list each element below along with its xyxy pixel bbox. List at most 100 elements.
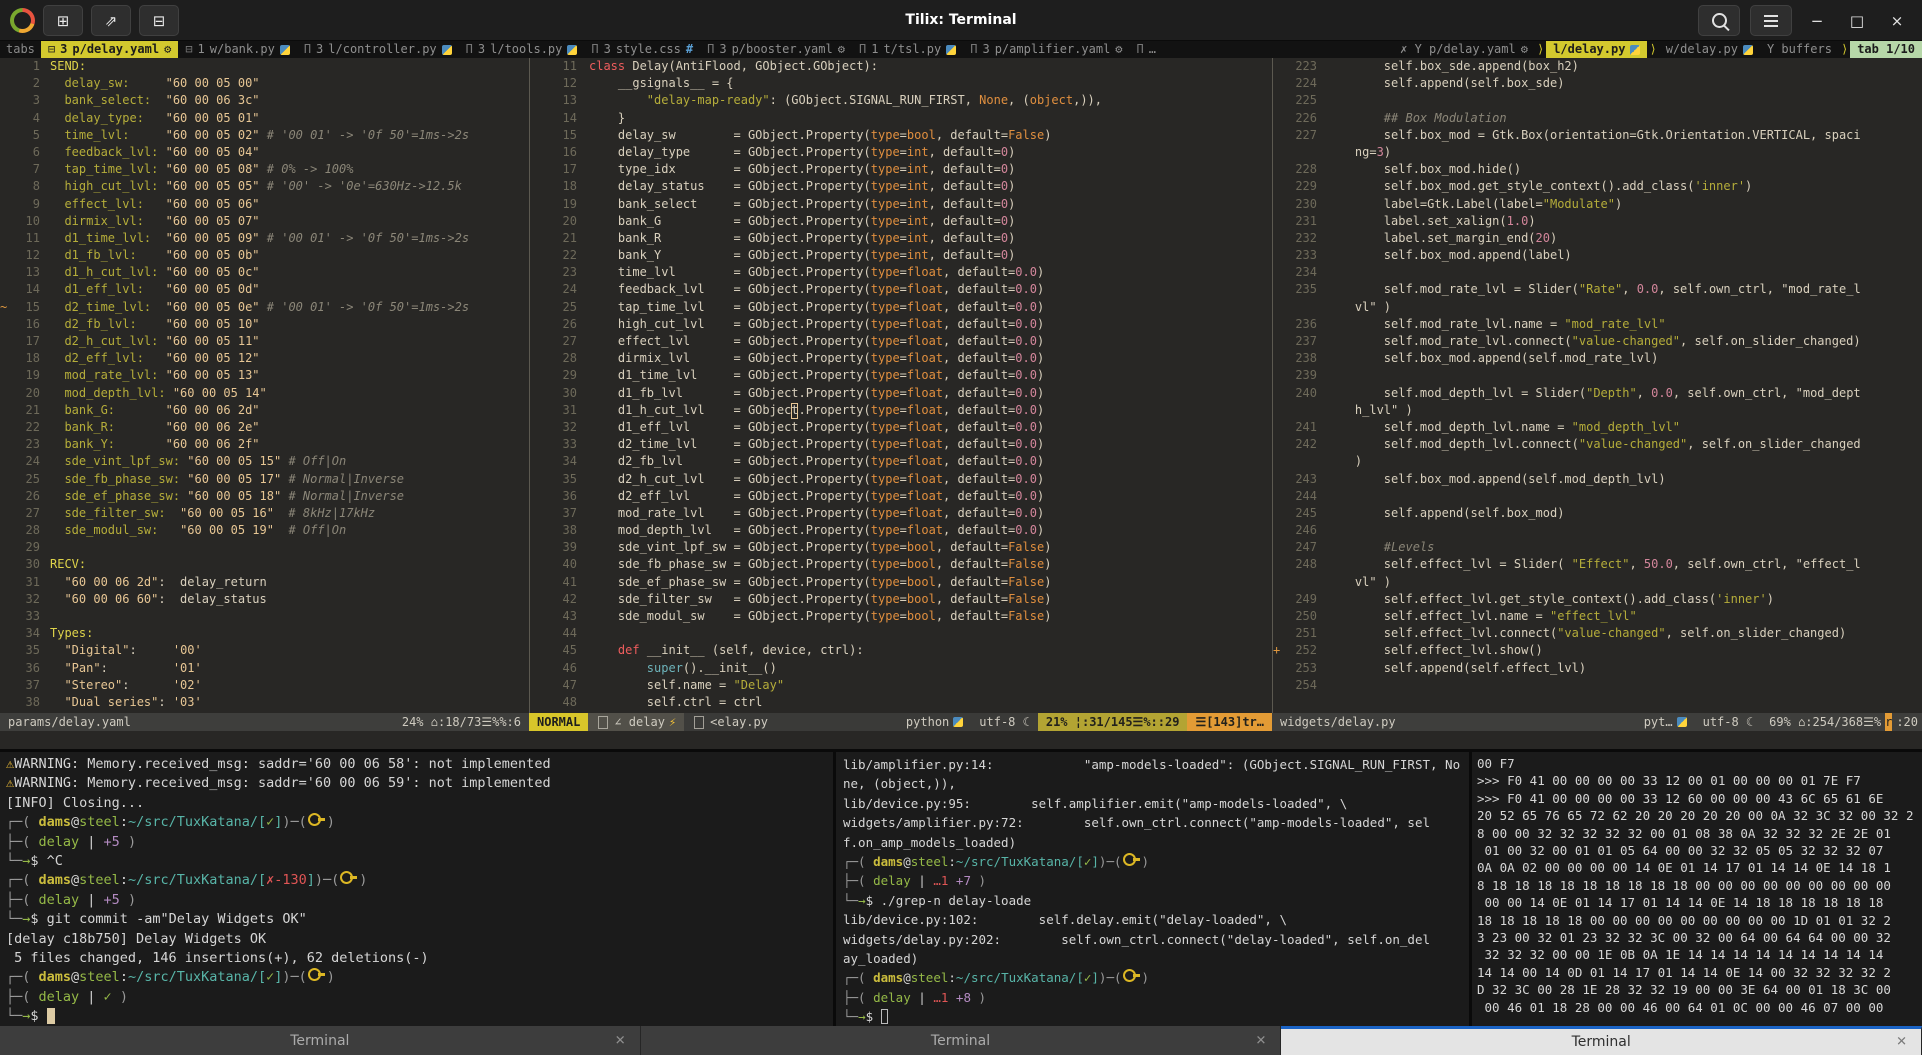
code-row: ~15 d2_time_lvl: "60 00 05 0e" # '00 01'…: [0, 299, 529, 316]
python-icon: [280, 45, 290, 55]
close-button[interactable]: ×: [1882, 6, 1912, 35]
code-text: delay_sw = GObject.Property(type=bool, d…: [589, 127, 1051, 144]
vim-tab[interactable]: Π3style.css#: [584, 41, 700, 58]
line-number: 16: [543, 144, 589, 161]
code-row: 3 bank_select: "60 00 06 3c": [0, 92, 529, 109]
vim-tab[interactable]: Π3l/tools.py: [459, 41, 585, 58]
gutter-sign: [1273, 127, 1286, 144]
code-text: d2_eff_lvl: "60 00 05 12": [50, 350, 260, 367]
terminal-line: ┌─( dams@steel:~/src/TuxKatana/[✓])─(): [843, 968, 1476, 987]
session-tab[interactable]: Terminal✕: [0, 1026, 641, 1055]
buffer-item[interactable]: Y buffers: [1760, 41, 1839, 58]
session-tab[interactable]: Terminal✕: [641, 1026, 1282, 1055]
python-icon: [1743, 45, 1753, 55]
line-number: 27: [13, 505, 50, 522]
terminal-pane-middle[interactable]: lib/amplifier.py:14: "amp-models-loaded"…: [833, 752, 1476, 1029]
code-text: label=Gtk.Label(label="Modulate"): [1326, 196, 1622, 213]
close-icon[interactable]: ✕: [1896, 1035, 1907, 1050]
gutter-sign: [1273, 230, 1286, 247]
code-text: self.effect_lvl.show(): [1326, 642, 1543, 659]
code-text: mod_depth_lvl: "60 00 05 14": [50, 385, 267, 402]
line-number: 6: [13, 144, 50, 161]
close-icon[interactable]: ✕: [615, 1033, 626, 1048]
buffer-item[interactable]: ✗ Y p/delay.yaml⚙: [1393, 41, 1535, 58]
code-row: 46 super().__init__(): [530, 660, 1273, 677]
code-text: tap_time_lvl: "60 00 05 08" # 0% -> 100%: [50, 161, 353, 178]
terminal-pane-left[interactable]: ⚠WARNING: Memory.received_msg: saddr='60…: [0, 752, 836, 1029]
code-row: 224 self.append(self.box_sde): [1273, 75, 1922, 92]
line-number: 45: [543, 642, 589, 659]
gutter-sign: [530, 488, 543, 505]
split-right-button[interactable]: ⇗: [91, 5, 131, 36]
session-tab[interactable]: Terminal✕: [1281, 1026, 1922, 1055]
python-icon: [442, 45, 452, 55]
code-text: self.effect_lvl.name = "effect_lvl": [1326, 608, 1637, 625]
tab-glyph: Π: [1137, 41, 1144, 58]
gutter-sign: [0, 92, 13, 109]
mode-indicator: NORMAL: [529, 713, 588, 731]
line-number: 239: [1286, 367, 1326, 384]
code-row: 19 mod_rate_lvl: "60 00 05 13": [0, 367, 529, 384]
editor-pane-python-class[interactable]: 11class Delay(AntiFlood, GObject.GObject…: [529, 58, 1273, 713]
gutter-sign: [0, 75, 13, 92]
code-row: 17 d2_h_cut_lvl: "60 00 05 11": [0, 333, 529, 350]
gutter-sign: [530, 471, 543, 488]
editor-pane-yaml[interactable]: 1SEND: 2 delay_sw: "60 00 05 00" 3 bank_…: [0, 58, 529, 713]
buffer-item[interactable]: w/delay.py: [1659, 41, 1760, 58]
code-row: 30RECV:: [0, 556, 529, 573]
line-number: 7: [13, 161, 50, 178]
code-row: 13 d1_h_cut_lvl: "60 00 05 0c": [0, 264, 529, 281]
tab-indicator[interactable]: tab 1/10: [1850, 41, 1922, 58]
line-number: 226: [1286, 110, 1326, 127]
gear-icon: ⚙: [1115, 41, 1122, 58]
statusbar-middle: NORMAL ∠ delay⚡ <elay.py python utf-8 ☾ …: [529, 713, 1272, 731]
code-text: bank_Y = GObject.Property(type=int, defa…: [589, 247, 1015, 264]
minimize-button[interactable]: −: [1802, 6, 1832, 35]
tab-glyph: Π: [970, 41, 977, 58]
code-text: d2_h_cut_lvl = GObject.Property(type=flo…: [589, 471, 1044, 488]
code-row: 251 self.effect_lvl.connect("value-chang…: [1273, 625, 1922, 642]
terminal-line: lib/device.py:95: self.amplifier.emit("a…: [843, 794, 1476, 813]
gear-icon: ⚙: [1521, 41, 1528, 58]
vim-tabline-right: ✗ Y p/delay.yaml⚙⟩l/delay.py⟩w/delay.pyY…: [1393, 41, 1922, 58]
buffer-item[interactable]: l/delay.py: [1546, 41, 1647, 58]
maximize-button[interactable]: □: [1842, 6, 1872, 35]
search-button[interactable]: [1698, 5, 1740, 36]
code-text: RECV:: [50, 556, 86, 573]
line-number: 12: [543, 75, 589, 92]
vim-tab[interactable]: Π3p/booster.yaml⚙: [700, 41, 852, 58]
gutter-sign: [1273, 419, 1286, 436]
code-row: 249 self.effect_lvl.get_style_context().…: [1273, 591, 1922, 608]
menu-button[interactable]: [1750, 5, 1792, 36]
vim-tab[interactable]: Π1t/tsl.py: [852, 41, 963, 58]
statusbar-right-encoding: utf-8 ☾: [1695, 713, 1762, 731]
terminal-line: >>> F0 41 00 00 00 00 33 12 60 00 00 00 …: [1477, 790, 1922, 807]
vim-tab[interactable]: ⊟1w/bank.py: [178, 41, 297, 58]
code-row: 2 delay_sw: "60 00 05 00": [0, 75, 529, 92]
code-text: self.name = "Delay": [589, 677, 784, 694]
code-text: d1_h_cut_lvl = GObject.Property(type=flo…: [589, 402, 1044, 419]
line-number: 36: [13, 660, 50, 677]
split-down-button[interactable]: ⊟: [139, 5, 179, 36]
terminal-line: lib/device.py:102: self.delay.emit("dela…: [843, 910, 1476, 929]
code-text: mod_depth_lvl = GObject.Property(type=fl…: [589, 522, 1044, 539]
gutter-sign: [530, 539, 543, 556]
vim-tab[interactable]: Π3l/controller.py: [297, 41, 459, 58]
vim-tab[interactable]: Π…: [1130, 41, 1163, 58]
line-number: 31: [13, 574, 50, 591]
gutter-sign: [1273, 505, 1286, 522]
vim-tab[interactable]: Π3p/amplifier.yaml⚙: [963, 41, 1129, 58]
gutter-sign: [530, 281, 543, 298]
new-terminal-button[interactable]: ⊞: [43, 5, 83, 36]
close-icon[interactable]: ✕: [1255, 1033, 1266, 1048]
gutter-sign: [530, 178, 543, 195]
vim-tab[interactable]: ⊟3p/delay.yaml⚙: [41, 41, 178, 58]
code-text: self.mod_depth_lvl = Slider("Depth", 0.0…: [1326, 385, 1861, 402]
terminal-pane-right[interactable]: 00 F7>>> F0 41 00 00 00 00 33 12 00 01 0…: [1469, 752, 1922, 1029]
line-number: 242: [1286, 436, 1326, 453]
gutter-sign: [0, 110, 13, 127]
python-icon: [1677, 717, 1687, 727]
line-number: 33: [13, 608, 50, 625]
editor-pane-python-widgets[interactable]: 223 self.box_sde.append(box_h2) 224 self…: [1272, 58, 1922, 713]
code-row: 27 sde_filter_sw: "60 00 05 16" # 8kHz|1…: [0, 505, 529, 522]
